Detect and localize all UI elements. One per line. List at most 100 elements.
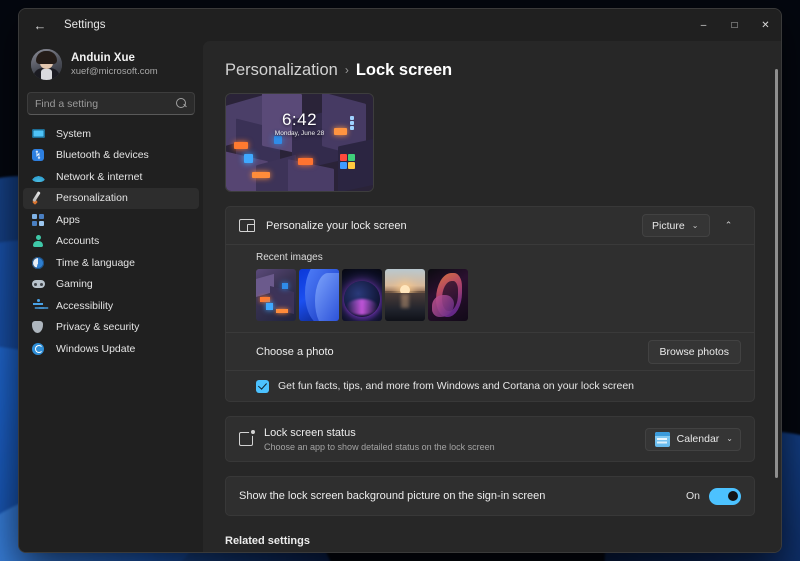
gaming-icon: [32, 277, 46, 291]
personalize-dropdown-value: Picture: [652, 219, 685, 232]
apps-icon: [32, 213, 46, 227]
breadcrumb: Personalization › Lock screen: [225, 59, 755, 81]
recent-images-list: [256, 269, 741, 321]
scrollbar-thumb[interactable]: [775, 69, 778, 478]
related-settings-heading: Related settings: [225, 535, 310, 547]
time-icon: [32, 256, 46, 270]
preview-overlay: 6:42 Monday, June 28: [226, 94, 373, 191]
sidebar-item-apps[interactable]: Apps: [23, 209, 199, 230]
content-scrollbar[interactable]: [775, 69, 778, 544]
status-subtitle: Choose an app to show detailed status on…: [264, 441, 495, 452]
signin-background-card: Show the lock screen background picture …: [225, 476, 755, 516]
settings-window: ← Settings – □ ✕ Anduin Xue xuef@microso…: [18, 8, 782, 553]
recent-images-section: Recent images: [226, 245, 754, 333]
sidebar-item-accounts[interactable]: Accounts: [23, 231, 199, 252]
sidebar-item-label: Network & internet: [56, 170, 143, 183]
status-app-value: Calendar: [676, 433, 720, 445]
signin-label: Show the lock screen background picture …: [239, 490, 546, 502]
sidebar-item-windows-update[interactable]: Windows Update: [23, 338, 199, 359]
calendar-icon: [654, 431, 670, 447]
lock-screen-preview[interactable]: 6:42 Monday, June 28: [225, 93, 374, 192]
chevron-down-icon: ⌄: [726, 434, 733, 443]
recent-image-thumbnail[interactable]: [342, 269, 382, 321]
status-title: Lock screen status: [264, 426, 356, 439]
close-button[interactable]: ✕: [750, 9, 781, 41]
sidebar-item-gaming[interactable]: Gaming: [23, 274, 199, 295]
sidebar-item-label: Apps: [56, 213, 80, 226]
personalization-icon: [32, 191, 46, 205]
lock-screen-status-row: Lock screen status Choose an app to show…: [226, 417, 754, 461]
sidebar-item-bluetooth-devices[interactable]: ᛪ Bluetooth & devices: [23, 145, 199, 166]
lock-screen-icon: [239, 219, 255, 232]
content-pane: Personalization › Lock screen 6:42 Monda…: [203, 41, 781, 552]
sidebar-item-label: Accessibility: [56, 299, 114, 312]
windows-update-icon: [32, 342, 46, 356]
accounts-icon: [32, 234, 46, 248]
choose-photo-row: Choose a photo Browse photos: [226, 333, 754, 371]
account-name: Anduin Xue: [71, 52, 135, 64]
avatar: [31, 49, 62, 80]
search-box[interactable]: [27, 92, 195, 115]
signin-background-row: Show the lock screen background picture …: [226, 477, 754, 515]
sidebar-item-accessibility[interactable]: Accessibility: [23, 295, 199, 316]
sidebar-item-system[interactable]: System: [23, 123, 199, 144]
recent-images-label: Recent images: [256, 252, 323, 263]
network-icon: [32, 170, 46, 184]
back-arrow-icon[interactable]: ←: [24, 10, 56, 40]
window-controls: – □ ✕: [688, 9, 781, 41]
preview-time: 6:42: [281, 110, 318, 129]
window-title: Settings: [64, 19, 106, 31]
recent-image-thumbnail[interactable]: [299, 269, 339, 321]
account-email: xuef@microsoft.com: [71, 66, 158, 77]
search-input[interactable]: [35, 97, 176, 110]
signin-toggle-state: On: [685, 490, 700, 502]
page-title: Lock screen: [355, 61, 453, 79]
fun-facts-row[interactable]: Get fun facts, tips, and more from Windo…: [226, 371, 754, 401]
sidebar-item-label: Bluetooth & devices: [56, 149, 149, 161]
fun-facts-label: Get fun facts, tips, and more from Windo…: [278, 380, 634, 392]
sidebar: Anduin Xue xuef@microsoft.com System ᛪ: [19, 41, 203, 552]
sidebar-item-label: Accounts: [56, 235, 100, 247]
preview-date: Monday, June 28: [274, 130, 325, 137]
sidebar-item-privacy-security[interactable]: Privacy & security: [23, 317, 199, 338]
search-icon: [176, 98, 187, 109]
personalize-title: Personalize your lock screen: [266, 219, 407, 232]
personalize-card: Personalize your lock screen Picture ⌄ ⌃…: [225, 206, 755, 402]
system-icon: [32, 127, 46, 141]
minimize-button[interactable]: –: [688, 9, 719, 41]
breadcrumb-separator: ›: [344, 63, 349, 77]
personalize-dropdown[interactable]: Picture ⌄: [642, 214, 710, 237]
status-app-dropdown[interactable]: Calendar ⌄: [644, 427, 741, 451]
signin-toggle[interactable]: [709, 487, 741, 505]
chevron-down-icon: ⌄: [691, 220, 699, 230]
sidebar-item-label: System: [56, 127, 92, 140]
scroll-area: Personalization › Lock screen 6:42 Monda…: [203, 41, 781, 552]
desktop-background: ← Settings – □ ✕ Anduin Xue xuef@microso…: [0, 0, 800, 561]
privacy-icon: [32, 320, 46, 334]
recent-image-thumbnail[interactable]: [428, 269, 468, 321]
lock-screen-status-card: Lock screen status Choose an app to show…: [225, 416, 755, 462]
sidebar-item-label: Time & language: [56, 256, 135, 269]
sidebar-item-time-language[interactable]: Time & language: [23, 252, 199, 273]
sidebar-item-label: Personalization: [56, 192, 128, 204]
sidebar-item-network-internet[interactable]: Network & internet: [23, 166, 199, 187]
breadcrumb-parent[interactable]: Personalization: [225, 59, 338, 81]
status-tile-icon: [239, 430, 255, 446]
sidebar-item-personalization[interactable]: Personalization: [23, 187, 199, 209]
accessibility-icon: [32, 298, 46, 313]
title-bar: ← Settings – □ ✕: [19, 9, 781, 41]
bluetooth-icon: ᛪ: [32, 148, 46, 162]
sidebar-item-label: Gaming: [56, 278, 93, 290]
recent-image-thumbnail[interactable]: [256, 269, 296, 321]
maximize-button[interactable]: □: [719, 9, 750, 41]
browse-photos-button[interactable]: Browse photos: [647, 339, 741, 364]
choose-photo-label: Choose a photo: [256, 345, 334, 358]
sidebar-item-label: Privacy & security: [56, 321, 140, 333]
fun-facts-checkbox[interactable]: [256, 379, 269, 393]
account-tile[interactable]: Anduin Xue xuef@microsoft.com: [23, 43, 199, 86]
sidebar-item-label: Windows Update: [56, 342, 136, 355]
recent-image-thumbnail[interactable]: [385, 269, 425, 321]
chevron-up-icon[interactable]: ⌃: [716, 214, 741, 237]
sidebar-nav: System ᛪ Bluetooth & devices Network & i…: [23, 123, 199, 366]
personalize-row: Personalize your lock screen Picture ⌄ ⌃: [226, 207, 754, 245]
